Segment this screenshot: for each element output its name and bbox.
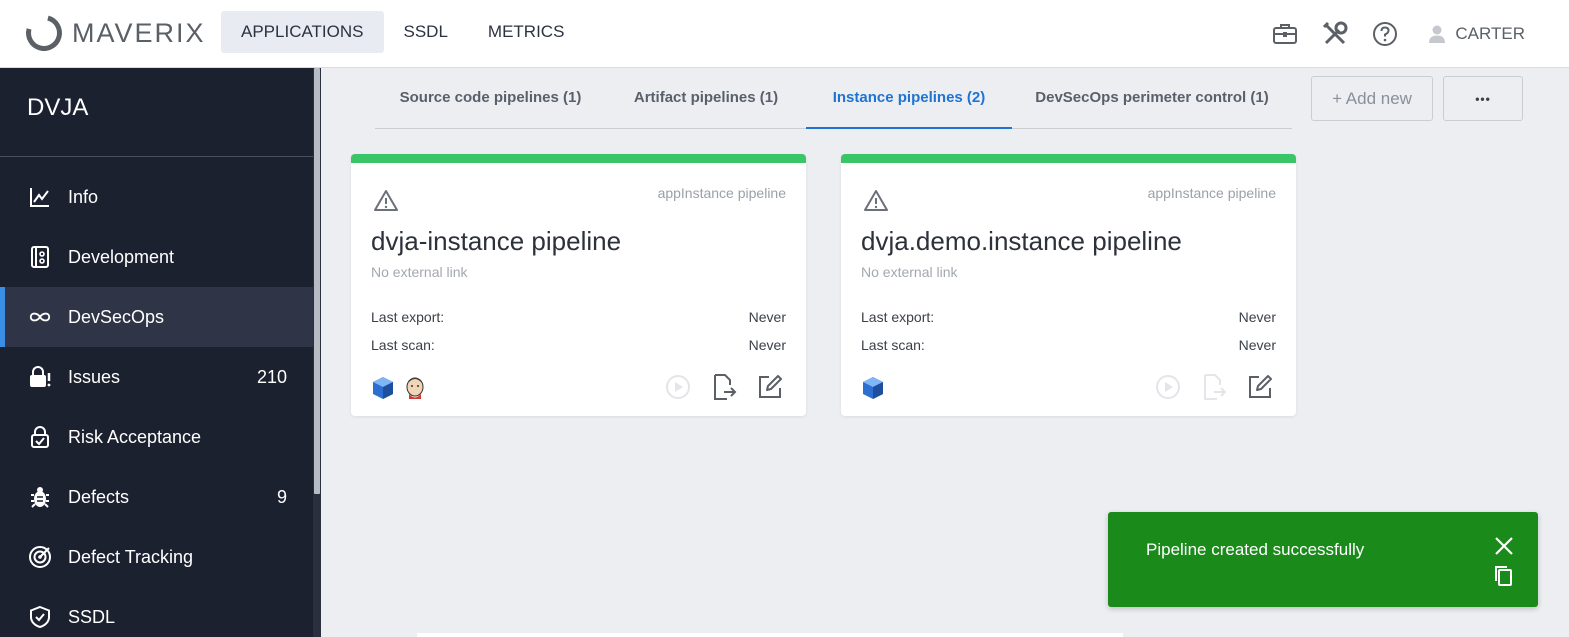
sidebar-item-label: Defect Tracking: [68, 546, 194, 567]
infinity-icon: [28, 305, 52, 329]
external-link-text: No external link: [861, 264, 958, 280]
last-scan-value: Never: [1238, 337, 1276, 353]
last-scan-row: Last scan: Never: [861, 337, 1276, 353]
target-icon: [28, 545, 52, 569]
briefcase-icon[interactable]: [1267, 16, 1303, 52]
chart-line-icon: [28, 185, 52, 209]
pipeline-card[interactable]: appInstance pipeline dvja.demo.instance …: [841, 154, 1296, 416]
sidebar-item-label: SSDL: [68, 606, 116, 627]
sidebar-item-defects[interactable]: Defects 9: [0, 467, 313, 527]
last-export-value: Never: [1238, 309, 1276, 325]
defects-count: 9: [276, 486, 287, 507]
lock-alert-icon: [28, 365, 52, 389]
sidebar-item-label: Defects: [68, 486, 130, 507]
sidebar-item-devsecops[interactable]: DevSecOps: [0, 287, 313, 347]
cube-tool-icon: [371, 376, 395, 400]
external-link-text: No external link: [371, 264, 468, 280]
last-export-value: Never: [748, 309, 786, 325]
warning-icon: [373, 189, 399, 217]
export-button[interactable]: [710, 373, 738, 401]
jenkins-tool-icon: [403, 376, 427, 400]
logo-text: MAVERIX: [72, 17, 206, 48]
last-scan-label: Last scan:: [861, 337, 925, 353]
last-scan-label: Last scan:: [371, 337, 435, 353]
sidebar-item-defect-tracking[interactable]: Defect Tracking: [0, 527, 313, 587]
close-icon[interactable]: [1492, 534, 1516, 558]
edit-button[interactable]: [756, 373, 784, 401]
run-scan-button[interactable]: [1154, 373, 1182, 401]
sidebar-item-risk-acceptance[interactable]: Risk Acceptance: [0, 407, 313, 467]
last-scan-value: Never: [748, 337, 786, 353]
last-export-row: Last export: Never: [861, 309, 1276, 325]
toast-message: Pipeline created successfully: [1146, 540, 1365, 559]
nav-ssdl[interactable]: SSDL: [384, 11, 468, 53]
last-export-row: Last export: Never: [371, 309, 786, 325]
issues-count: 210: [256, 366, 287, 387]
sidebar-scrollbar[interactable]: [313, 68, 321, 637]
logo-ring-icon: [19, 8, 69, 58]
warning-icon: [863, 189, 889, 217]
pipeline-tools: [371, 376, 435, 400]
tools-icon[interactable]: [1317, 16, 1353, 52]
user-name: CARTER: [1455, 24, 1525, 43]
sidebar-scrollbar-thumb[interactable]: [314, 68, 320, 494]
last-scan-row: Last scan: Never: [371, 337, 786, 353]
sidebar-item-label: Development: [68, 246, 175, 267]
pipeline-tabs: Source code pipelines (1) Artifact pipel…: [375, 76, 1292, 129]
last-export-label: Last export:: [861, 309, 935, 325]
card-actions: [646, 373, 784, 401]
sidebar-item-issues[interactable]: Issues 210: [0, 347, 313, 407]
success-toast: Pipeline created successfully: [1108, 512, 1538, 607]
shield-check-icon: [28, 605, 52, 629]
sidebar-item-label: DevSecOps: [68, 306, 165, 327]
add-new-button[interactable]: + Add new: [1311, 76, 1433, 121]
pipeline-type: appInstance pipeline: [657, 185, 786, 201]
sidebar-item-ssdl[interactable]: SSDL: [0, 587, 313, 637]
nav-applications[interactable]: APPLICATIONS: [221, 11, 384, 53]
copy-icon[interactable]: [1492, 564, 1516, 588]
pipeline-type: appInstance pipeline: [1147, 185, 1276, 201]
sidebar-divider: [0, 156, 313, 157]
tab-devsecops-perimeter-control[interactable]: DevSecOps perimeter control (1): [1012, 76, 1292, 129]
more-options-button[interactable]: •••: [1443, 76, 1523, 121]
sidebar-item-label: Info: [68, 186, 99, 207]
nav-metrics[interactable]: METRICS: [468, 11, 585, 53]
sidebar-item-info[interactable]: Info: [0, 167, 313, 227]
top-navigation: APPLICATIONS SSDL METRICS: [221, 11, 584, 53]
maverix-logo[interactable]: MAVERIX: [19, 8, 206, 58]
sidebar-item-label: Risk Acceptance: [68, 426, 202, 447]
header-actions: CARTER: [1267, 16, 1525, 52]
user-menu[interactable]: CARTER: [1427, 24, 1525, 44]
pipeline-title: dvja-instance pipeline: [371, 226, 622, 256]
repository-icon: [28, 245, 52, 269]
sidebar: DVJA Info Development DevSecOps Issues 2…: [0, 68, 321, 637]
pipeline-card[interactable]: appInstance pipeline dvja-instance pipel…: [351, 154, 806, 416]
sidebar-item-label: Issues: [68, 366, 121, 387]
application-name: DVJA: [27, 94, 89, 121]
edit-button[interactable]: [1246, 373, 1274, 401]
lock-check-icon: [28, 425, 52, 449]
bottom-strip: [417, 633, 1123, 637]
bug-icon: [28, 485, 52, 509]
help-icon[interactable]: [1367, 16, 1403, 52]
pipeline-title: dvja.demo.instance pipeline: [861, 226, 1182, 256]
run-scan-button[interactable]: [664, 373, 692, 401]
export-button[interactable]: [1200, 373, 1228, 401]
top-bar: MAVERIX APPLICATIONS SSDL METRICS CARTER: [0, 0, 1569, 68]
cube-tool-icon: [861, 376, 885, 400]
tab-artifact-pipelines[interactable]: Artifact pipelines (1): [606, 76, 806, 129]
user-icon: [1429, 25, 1446, 43]
last-export-label: Last export:: [371, 309, 445, 325]
tab-instance-pipelines[interactable]: Instance pipelines (2): [806, 76, 1012, 129]
sidebar-item-development[interactable]: Development: [0, 227, 313, 287]
tab-source-code-pipelines[interactable]: Source code pipelines (1): [375, 76, 606, 129]
card-actions: [1136, 373, 1274, 401]
pipeline-tools: [861, 376, 893, 400]
